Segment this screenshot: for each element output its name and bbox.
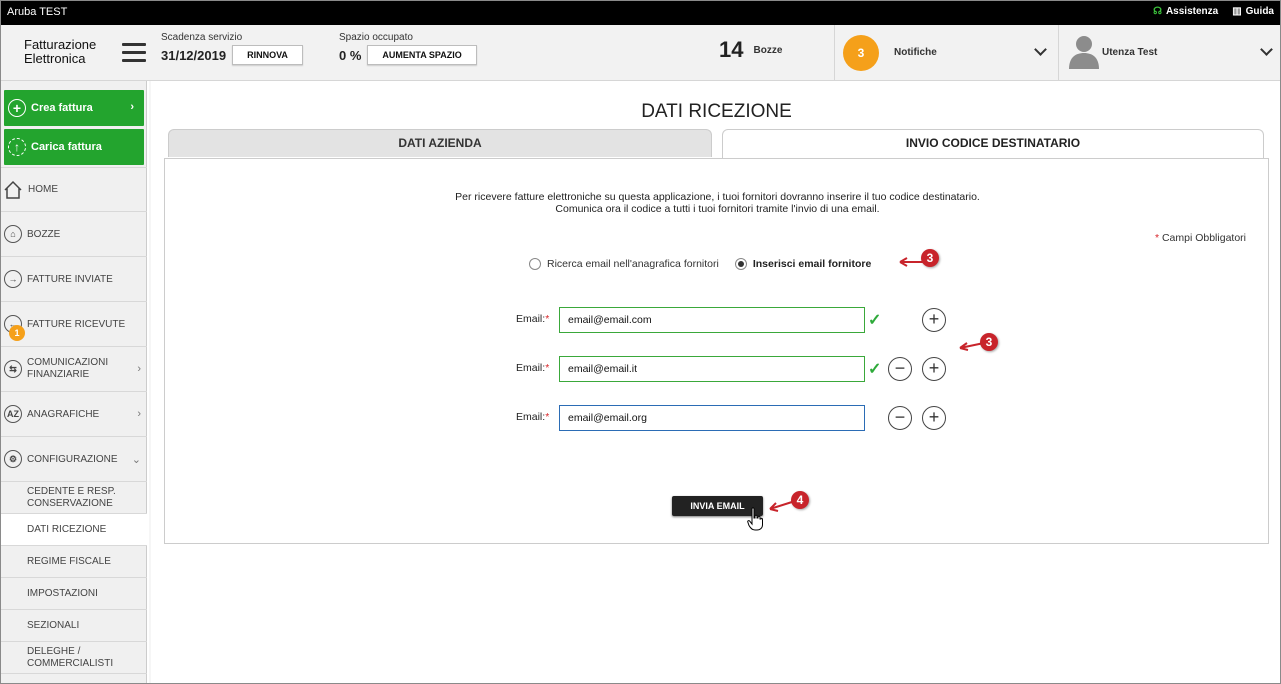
expiry-label: Scadenza servizio xyxy=(161,32,243,43)
add-email-button[interactable]: + xyxy=(922,308,946,332)
sidebar-item-registry[interactable]: AZ ANAGRAFICHE › xyxy=(1,392,147,437)
notifications-label[interactable]: Notifiche xyxy=(894,47,937,58)
chevron-down-icon: ⌄ xyxy=(131,453,141,466)
divider xyxy=(834,25,835,81)
tab-panel: Per ricevere fatture elettroniche su que… xyxy=(164,158,1269,544)
annotation-arrow xyxy=(769,501,793,512)
sidebar-subitem-assignor[interactable]: CEDENTE E RESP. CONSERVAZIONE xyxy=(1,482,147,514)
check-icon: ✓ xyxy=(868,361,882,378)
sidebar-item-configuration[interactable]: ⚙ CONFIGURAZIONE ⌄ xyxy=(1,437,147,482)
email-row: Email:* − + xyxy=(165,405,1270,431)
chevron-right-icon: › xyxy=(137,363,141,375)
chevron-down-icon[interactable] xyxy=(1260,43,1273,56)
top-bar: Aruba TEST ☊ Assistenza ▥ Guida xyxy=(1,1,1280,25)
expiry-block: Scadenza servizio 31/12/2019 RINNOVA xyxy=(161,32,303,65)
guide-link[interactable]: ▥ Guida xyxy=(1232,6,1274,17)
notification-badge[interactable]: 3 xyxy=(843,35,879,71)
add-email-button[interactable]: + xyxy=(922,406,946,430)
plus-icon: + xyxy=(8,99,26,117)
email-field[interactable] xyxy=(559,307,865,333)
annotation-marker: 3 xyxy=(980,333,998,351)
main-content: DATI RICEZIONE DATI AZIENDA INVIO CODICE… xyxy=(149,81,1280,683)
az-icon: AZ xyxy=(4,405,22,423)
sidebar-subitem-tax-regime[interactable]: REGIME FISCALE xyxy=(1,546,147,578)
divider xyxy=(1058,25,1059,81)
sidebar-item-received-invoices[interactable]: ← FATTURE RICEVUTE 1 xyxy=(1,302,147,347)
upload-invoice-button[interactable]: ↑ Carica fattura xyxy=(4,129,144,165)
book-icon: ▥ xyxy=(1232,6,1242,17)
app-logo[interactable]: Fatturazione Elettronica xyxy=(24,38,96,66)
sidebar-item-communications[interactable]: ⇆ COMUNICAZIONI FINANZIARIE › xyxy=(1,347,147,392)
radio-insert-label[interactable]: Inserisci email fornitore xyxy=(753,258,871,270)
sidebar-subitem-receipt-data[interactable]: DATI RICEZIONE xyxy=(1,514,147,546)
radio-search[interactable] xyxy=(529,258,541,270)
drafts-count: 14 xyxy=(719,37,744,62)
email-row: Email:* ✓ + xyxy=(165,307,1270,333)
chevron-down-icon[interactable] xyxy=(1034,43,1047,56)
email-source-options: Ricerca email nell'anagrafica fornitori … xyxy=(529,258,871,270)
info-text: Per ricevere fatture elettroniche su que… xyxy=(455,191,980,215)
received-badge: 1 xyxy=(9,325,25,341)
menu-icon[interactable] xyxy=(122,43,146,63)
email-field[interactable] xyxy=(559,356,865,382)
space-value: 0 % xyxy=(339,47,362,63)
email-field[interactable] xyxy=(559,405,865,431)
home-icon xyxy=(4,180,22,199)
window-title: Aruba TEST xyxy=(7,6,68,18)
remove-email-button[interactable]: − xyxy=(888,406,912,430)
check-icon: ✓ xyxy=(868,312,882,329)
page-title: DATI RICEZIONE xyxy=(641,101,792,122)
hand-cursor-icon xyxy=(747,507,763,531)
remove-email-button[interactable]: − xyxy=(888,357,912,381)
sidebar-subitem-sections[interactable]: SEZIONALI xyxy=(1,610,147,642)
sidebar-item-sent-invoices[interactable]: → FATTURE INVIATE xyxy=(1,257,147,302)
sidebar: + Crea fattura › ↑ Carica fattura HOME ⌂… xyxy=(1,81,147,683)
header: Fatturazione Elettronica Scadenza serviz… xyxy=(1,25,1280,81)
renew-button[interactable]: RINNOVA xyxy=(232,45,303,65)
user-label[interactable]: Utenza Test xyxy=(1102,47,1157,58)
sidebar-subitem-settings[interactable]: IMPOSTAZIONI xyxy=(1,578,147,610)
annotation-marker: 4 xyxy=(791,491,809,509)
upload-icon: ↑ xyxy=(8,138,26,156)
expiry-date: 31/12/2019 xyxy=(161,47,227,63)
exchange-icon: ⇆ xyxy=(4,360,22,378)
email-row: Email:* ✓ − + xyxy=(165,356,1270,382)
top-links: ☊ Assistenza ▥ Guida xyxy=(1153,6,1274,17)
tab-send-code[interactable]: INVIO CODICE DESTINATARIO xyxy=(722,129,1264,159)
assist-link[interactable]: ☊ Assistenza xyxy=(1153,6,1218,17)
tab-company-data[interactable]: DATI AZIENDA xyxy=(168,129,712,157)
headset-icon: ☊ xyxy=(1153,6,1162,17)
create-invoice-button[interactable]: + Crea fattura › xyxy=(4,90,144,126)
drafts-label: Bozze xyxy=(753,44,783,56)
annotation-marker: 3 xyxy=(921,249,939,267)
space-block: Spazio occupato 0 % AUMENTA SPAZIO xyxy=(339,32,477,65)
radio-insert[interactable] xyxy=(734,258,747,270)
increase-space-button[interactable]: AUMENTA SPAZIO xyxy=(367,45,477,65)
gear-icon: ⚙ xyxy=(4,450,22,468)
radio-search-label[interactable]: Ricerca email nell'anagrafica fornitori xyxy=(547,258,719,270)
sidebar-item-drafts[interactable]: ⌂ BOZZE xyxy=(1,212,147,257)
drafts-counter[interactable]: 14 Bozze xyxy=(719,37,782,63)
sidebar-item-home[interactable]: HOME xyxy=(1,167,147,212)
required-note: * Campi Obbligatori xyxy=(1154,232,1246,244)
app-window: Aruba TEST ☊ Assistenza ▥ Guida Fatturazio… xyxy=(0,0,1281,684)
drafts-icon: ⌂ xyxy=(4,225,22,243)
sidebar-subitem-delegations[interactable]: DELEGHE / COMMERCIALISTI xyxy=(1,642,147,674)
avatar[interactable] xyxy=(1068,33,1100,69)
add-email-button[interactable]: + xyxy=(922,357,946,381)
space-label: Spazio occupato xyxy=(339,32,413,43)
arrow-right-icon: → xyxy=(4,270,22,288)
chevron-right-icon: › xyxy=(137,408,141,420)
chevron-right-icon: › xyxy=(130,101,134,113)
